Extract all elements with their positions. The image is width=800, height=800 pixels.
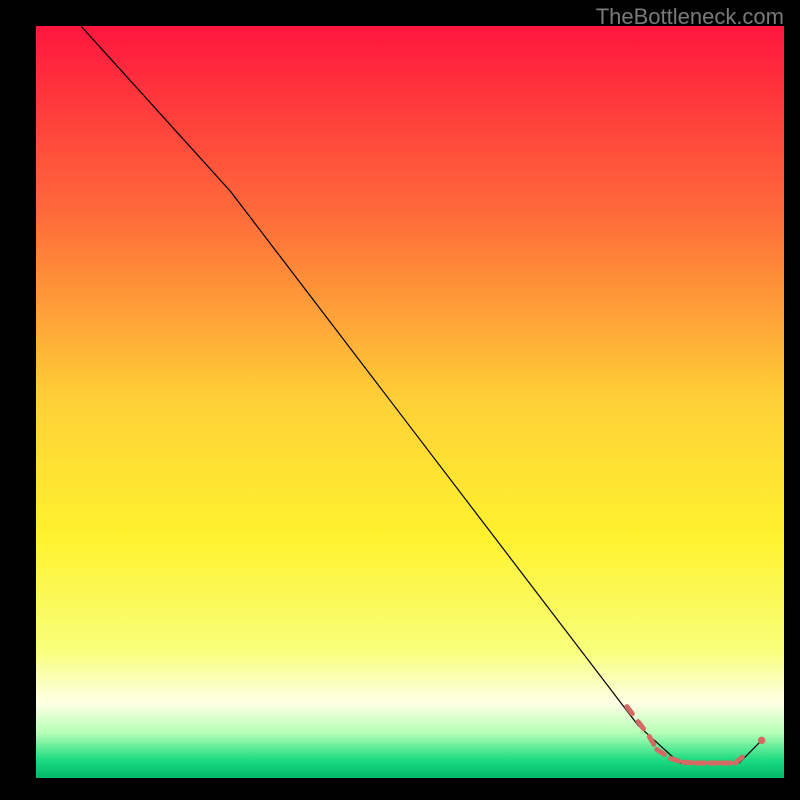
marker-dash [683, 762, 692, 763]
chart-frame: TheBottleneck.com [0, 0, 800, 800]
gradient-plot-area [36, 26, 784, 778]
marker-dash [670, 758, 679, 761]
watermark-text: TheBottleneck.com [596, 4, 784, 30]
bottleneck-chart [0, 0, 800, 800]
marker-dot [758, 737, 766, 745]
